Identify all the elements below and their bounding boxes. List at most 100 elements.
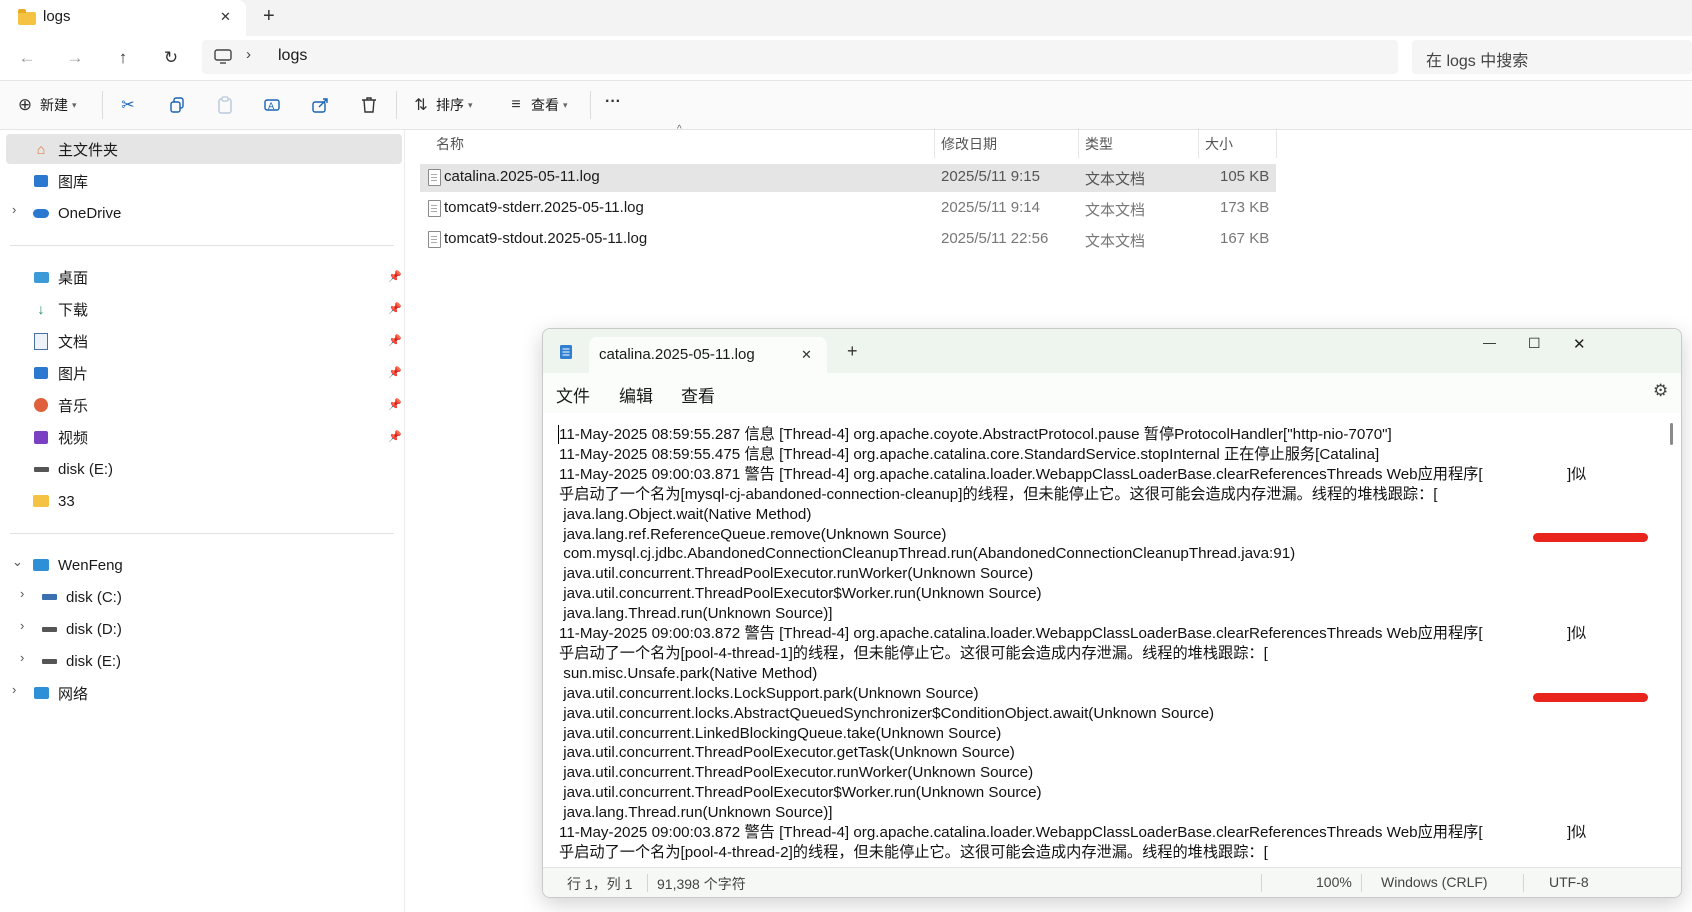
nav-item-gallery[interactable]: 图库 [32,166,88,196]
address-row: ← → ↑ ↻ › logs 在 logs 中搜索 [0,36,1692,81]
explorer-tab[interactable]: logs ✕ [0,0,246,36]
picture-icon [32,364,50,382]
nav-item-home[interactable]: ⌂ 主文件夹 [32,134,118,164]
nav-item-disk-c[interactable]: disk (C:) [40,582,122,612]
nav-item-disk-e[interactable]: disk (E:) [32,454,113,484]
nav-item-pictures[interactable]: 图片 [32,358,88,388]
cursor-position: 行 1，列 1 [567,876,633,892]
new-tab-button[interactable]: + [263,5,275,28]
column-header-type[interactable]: 类型 [1085,134,1113,154]
close-tab-icon[interactable]: ✕ [801,347,812,363]
more-icon[interactable]: ··· [605,93,621,111]
divider [1361,874,1362,892]
nav-label: disk (C:) [66,588,122,606]
file-modified: 2025/5/11 22:56 [941,230,1049,247]
search-box[interactable]: 在 logs 中搜索 [1412,40,1692,74]
refresh-icon[interactable]: ↻ [157,44,185,72]
menu-file[interactable]: 文件 [556,382,590,407]
chevron-down-icon[interactable]: ⌄ [12,554,23,570]
chevron-down-icon: ▾ [72,99,77,110]
menu-edit[interactable]: 编辑 [619,382,653,407]
column-header-name[interactable]: 名称 [436,134,464,154]
forward-arrow-icon[interactable]: → [61,44,89,72]
sort-icon: ⇅ [414,97,428,114]
file-modified: 2025/5/11 9:15 [941,168,1040,185]
nav-item-documents[interactable]: 文档 [32,326,88,356]
up-arrow-icon[interactable]: ↑ [109,44,137,72]
chevron-right-icon[interactable]: › [20,618,24,633]
back-arrow-icon[interactable]: ← [13,44,41,72]
nav-item-network[interactable]: 网络 [32,678,88,708]
chevron-right-icon[interactable]: › [20,650,24,665]
encoding[interactable]: UTF-8 [1549,874,1589,890]
nav-item-this-pc[interactable]: WenFeng [32,550,123,580]
settings-gear-icon[interactable]: ⚙ [1653,381,1668,401]
sort-button[interactable]: ⇅ 排序 ▾ [410,94,472,116]
new-button[interactable]: ⊕ 新建 ▾ [14,94,77,116]
divider [102,91,103,119]
minimize-button[interactable]: — [1483,335,1496,350]
nav-label: WenFeng [58,556,123,574]
nav-item-folder-33[interactable]: 33 [32,486,75,516]
file-row[interactable]: catalina.2025-05-11.log 2025/5/11 9:15 文… [420,164,1276,192]
view-button[interactable]: ≡ 查看 ▾ [505,94,568,116]
maximize-button[interactable]: ☐ [1528,335,1541,352]
nav-item-disk-e-pc[interactable]: disk (E:) [40,646,121,676]
log-line: java.lang.Thread.run(Unknown Source)] [559,605,833,623]
chevron-right-icon[interactable]: › [20,586,24,601]
file-row[interactable]: tomcat9-stderr.2025-05-11.log 2025/5/11 … [420,195,1276,223]
close-tab-icon[interactable]: ✕ [220,9,231,25]
vertical-scrollbar[interactable] [1670,423,1673,445]
log-line: java.util.concurrent.ThreadPoolExecutor.… [559,744,1015,762]
new-tab-button[interactable]: + [847,341,858,362]
notepad-tab[interactable]: catalina.2025-05-11.log ✕ [589,337,827,373]
sort-label: 排序 [436,97,464,113]
chevron-right-icon[interactable]: › [12,202,16,217]
chevron-down-icon: ▾ [563,99,568,110]
pin-icon[interactable]: 📌 [388,334,402,347]
nav-item-music[interactable]: 音乐 [32,390,88,420]
nav-item-disk-d[interactable]: disk (D:) [40,614,122,644]
notepad-text-area[interactable]: 11-May-2025 08:59:55.287 信息 [Thread-4] o… [543,413,1681,897]
log-line: 11-May-2025 09:00:03.871 警告 [Thread-4] o… [559,465,1587,483]
column-header-modified[interactable]: 修改日期 [941,134,997,154]
close-button[interactable]: ✕ [1573,335,1586,353]
file-row[interactable]: tomcat9-stdout.2025-05-11.log 2025/5/11 … [420,226,1276,254]
nav-item-onedrive[interactable]: OneDrive [32,198,121,228]
line-ending[interactable]: Windows (CRLF) [1381,874,1488,890]
pin-icon[interactable]: 📌 [388,398,402,411]
pin-icon[interactable]: 📌 [388,302,402,315]
notepad-window: catalina.2025-05-11.log ✕ + — ☐ ✕ 文件 编辑 … [542,328,1682,898]
pin-icon[interactable]: 📌 [388,366,402,379]
pin-icon[interactable]: 📌 [388,430,402,443]
menu-view[interactable]: 查看 [681,382,715,407]
log-line: 11-May-2025 08:59:55.287 信息 [Thread-4] o… [559,426,1392,443]
notepad-menu-bar: 文件 编辑 查看 ⚙ [543,373,1681,413]
nav-item-videos[interactable]: 视频 [32,422,88,452]
log-line: 11-May-2025 08:59:55.475 信息 [Thread-4] o… [559,445,1380,463]
nav-item-desktop[interactable]: 桌面 [32,262,88,292]
file-name: tomcat9-stdout.2025-05-11.log [444,230,648,247]
navigation-pane: ⌂ 主文件夹 图库 › OneDrive 桌面 📌 ↓ 下载 📌 文档 📌 图片… [0,130,405,912]
pin-icon[interactable]: 📌 [388,270,402,283]
divider [590,91,591,119]
breadcrumb[interactable]: logs [278,47,307,65]
trash-icon[interactable] [358,94,380,116]
notepad-status-bar: 行 1，列 1 91,398 个字符 100% Windows (CRLF) U… [543,867,1681,897]
download-icon: ↓ [37,301,45,317]
notepad-icon [560,345,572,359]
text-file-icon [428,231,441,248]
share-icon[interactable] [310,94,332,116]
chevron-right-icon[interactable]: › [12,682,16,697]
cut-icon[interactable]: ✂ [117,94,139,116]
log-line: 乎启动了一个名为[mysql-cj-abandoned-connection-c… [559,485,1438,503]
paste-icon[interactable] [214,94,236,116]
search-input[interactable]: 在 logs 中搜索 [1426,47,1528,71]
rename-icon[interactable]: A [262,94,284,116]
nav-item-downloads[interactable]: ↓ 下载 [32,294,89,324]
column-header-size[interactable]: 大小 [1205,134,1233,154]
copy-icon[interactable] [166,94,188,116]
address-bar[interactable]: › logs [202,40,1398,74]
divider [396,91,397,119]
zoom-level[interactable]: 100% [1316,874,1352,890]
